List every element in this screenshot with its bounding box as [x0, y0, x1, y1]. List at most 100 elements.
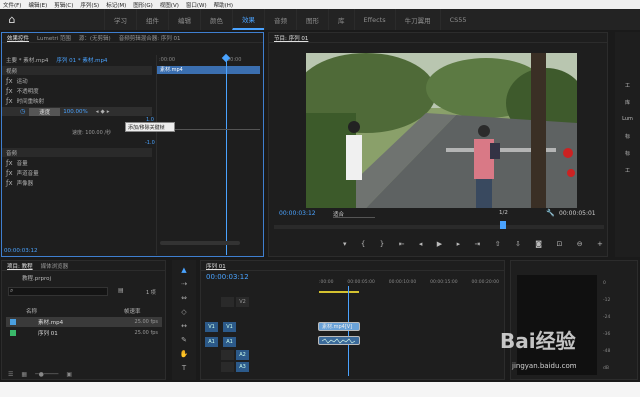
ec-playhead[interactable]: [226, 55, 227, 255]
workspace-effects[interactable]: 效果: [232, 9, 264, 30]
workspace-learn[interactable]: 学习: [104, 9, 136, 30]
lumetri-panel-icon[interactable]: Lum: [622, 116, 634, 126]
extract-icon[interactable]: ⇩: [515, 240, 521, 248]
workspace-audio[interactable]: 音频: [264, 9, 296, 30]
track-label-v1[interactable]: V1: [223, 321, 236, 332]
track-label-a1[interactable]: A1: [223, 336, 236, 347]
track-target[interactable]: [221, 349, 234, 360]
workspace-cs55[interactable]: CS55: [439, 9, 476, 30]
ripple-edit-icon[interactable]: ⇔: [181, 294, 187, 302]
timeline-timecode[interactable]: 00:00:03:12: [206, 273, 249, 281]
step-forward-icon[interactable]: ▸: [457, 240, 461, 248]
tab-project[interactable]: 项目: 教程: [7, 262, 33, 270]
workspace-custom[interactable]: 牛刀翼用: [394, 9, 440, 30]
video-clip[interactable]: 素材.mp4[V]: [318, 322, 360, 331]
step-back-icon[interactable]: ◂: [419, 240, 423, 248]
new-bin-icon[interactable]: ▤: [118, 287, 124, 294]
slip-icon[interactable]: ↔: [181, 322, 187, 330]
tab-effect-controls[interactable]: 效果控件: [7, 34, 29, 42]
zoom-slider[interactable]: ─●────: [35, 371, 58, 378]
master-clip-label[interactable]: 主要 * 素材.mp4: [6, 56, 48, 64]
pen-icon[interactable]: ✎: [181, 336, 187, 344]
effect-opacity[interactable]: 不透明度: [17, 87, 39, 95]
track-source-v1[interactable]: V1: [205, 321, 218, 332]
audio-clip[interactable]: [318, 336, 360, 345]
sequence-clip-label[interactable]: 序列 01 * 素材.mp4: [56, 56, 107, 64]
track-target[interactable]: [221, 361, 234, 372]
button-editor-icon[interactable]: ⊖: [577, 240, 583, 248]
workspace-assembly[interactable]: 组件: [136, 9, 168, 30]
new-item-icon[interactable]: ▣: [66, 371, 72, 378]
program-current-time[interactable]: 00:00:03:12: [279, 210, 316, 217]
track-target[interactable]: [221, 296, 234, 307]
tab-lumetri-scopes[interactable]: Lumetri 范围: [37, 34, 71, 42]
timeline-playhead[interactable]: [348, 286, 349, 376]
effect-panner[interactable]: 声像器: [17, 179, 34, 187]
program-playhead[interactable]: [500, 221, 506, 229]
mark-in-icon[interactable]: {: [361, 240, 365, 248]
workspace-graphics[interactable]: 图形: [296, 9, 328, 30]
tab-sequence[interactable]: 序列 01: [206, 262, 226, 270]
column-name[interactable]: 名称: [26, 307, 37, 315]
track-label-a3[interactable]: A3: [236, 361, 249, 372]
fit-dropdown[interactable]: 适合: [333, 210, 375, 218]
wrench-icon[interactable]: 🔧: [546, 209, 555, 217]
captions-panel-icon[interactable]: 标: [622, 150, 634, 160]
project-item[interactable]: 素材.mp4 25.00 fps: [6, 317, 162, 327]
menu-file[interactable]: 文件(F): [3, 1, 21, 9]
column-fps[interactable]: 帧速率: [124, 307, 141, 315]
vr-icon[interactable]: ⊡: [556, 240, 562, 248]
menu-help[interactable]: 帮助(H): [214, 1, 233, 9]
speed-value[interactable]: 100.00%: [63, 109, 87, 115]
add-icon[interactable]: +: [597, 240, 603, 248]
speed-property[interactable]: 速度: [29, 107, 61, 116]
project-search-input[interactable]: [8, 287, 108, 296]
workspace-libraries[interactable]: 库: [328, 9, 354, 30]
effect-volume[interactable]: 音量: [17, 159, 28, 167]
menu-sequence[interactable]: 序列(S): [80, 1, 99, 9]
selection-tool-icon[interactable]: ▲: [181, 266, 186, 274]
go-to-in-icon[interactable]: ⇤: [399, 240, 405, 248]
quality-dropdown[interactable]: 1/2: [499, 210, 521, 218]
tools-panel-icon[interactable]: 工: [622, 82, 634, 92]
home-icon[interactable]: ⌂: [0, 9, 24, 30]
tab-program[interactable]: 节目: 序列 01: [274, 34, 308, 42]
work-area-bar[interactable]: [319, 291, 359, 293]
effect-channel-volume[interactable]: 声道音量: [17, 169, 39, 177]
workspace-color[interactable]: 颜色: [200, 9, 232, 30]
tab-source[interactable]: 源：(无剪辑): [79, 34, 111, 42]
ec-zoom-scrollbar[interactable]: [160, 241, 240, 245]
menu-window[interactable]: 窗口(W): [186, 1, 207, 9]
keyframe-next-icon[interactable]: ▸: [107, 109, 110, 115]
camera-icon[interactable]: ◙: [535, 240, 542, 248]
effect-motion[interactable]: 运动: [17, 77, 28, 85]
project-item[interactable]: 序列 01 25.00 fps: [6, 328, 162, 338]
go-to-out-icon[interactable]: ⇥: [474, 240, 480, 248]
effect-time-remap[interactable]: 时间重映射: [17, 97, 45, 105]
libraries-panel-icon[interactable]: 库: [622, 99, 634, 109]
stopwatch-icon[interactable]: ◷: [20, 108, 25, 115]
icon-view-icon[interactable]: ▦: [21, 371, 27, 378]
track-label-v2[interactable]: V2: [236, 296, 249, 307]
type-icon[interactable]: T: [182, 364, 186, 372]
hand-icon[interactable]: ✋: [180, 350, 189, 358]
program-timebar[interactable]: [274, 225, 604, 229]
menu-clip[interactable]: 剪辑(C): [54, 1, 73, 9]
essential-panel-icon[interactable]: 工: [622, 167, 634, 177]
tab-media-browser[interactable]: 媒体浏览器: [41, 262, 69, 270]
menu-edit[interactable]: 编辑(E): [28, 1, 47, 9]
workspace-effects-en[interactable]: Effects: [353, 9, 395, 30]
menu-graphics[interactable]: 图形(G): [133, 1, 153, 9]
mark-out-icon[interactable]: }: [380, 240, 384, 248]
menu-view[interactable]: 视图(V): [160, 1, 179, 9]
tab-audio-mixer[interactable]: 音频剪辑混合器: 序列 01: [119, 34, 181, 42]
track-select-icon[interactable]: ⇢: [181, 280, 187, 288]
list-view-icon[interactable]: ☰: [8, 371, 13, 378]
keyframe-prev-icon[interactable]: ◂: [96, 109, 99, 115]
video-frame[interactable]: [306, 53, 577, 208]
menu-markers[interactable]: 标记(M): [106, 1, 126, 9]
timeline-ruler[interactable]: :00:00 00:00:05:00 00:00:10:00 00:00:15:…: [319, 280, 499, 285]
lift-icon[interactable]: ⇧: [495, 240, 501, 248]
keyframe-add-icon[interactable]: ◆: [101, 109, 105, 115]
workspace-editing[interactable]: 编辑: [168, 9, 200, 30]
